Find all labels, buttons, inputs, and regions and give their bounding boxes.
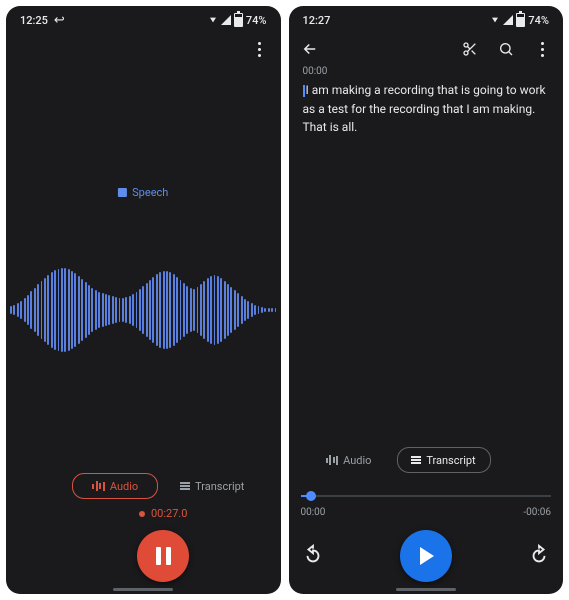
- transcript-icon: [411, 456, 421, 464]
- status-time: 12:27: [303, 14, 331, 27]
- more-menu-button[interactable]: [531, 38, 553, 60]
- play-icon: [420, 547, 434, 565]
- view-tabs: Audio Transcript: [72, 473, 254, 499]
- search-button[interactable]: [495, 38, 517, 60]
- nav-bar-pill[interactable]: [396, 588, 456, 591]
- audio-icon: [326, 455, 339, 465]
- text-cursor: [303, 85, 305, 97]
- tab-transcript-label: Transcript: [195, 480, 244, 493]
- tab-audio-label: Audio: [110, 480, 138, 493]
- time-remaining: -00:06: [523, 507, 551, 518]
- transcript-text[interactable]: I am making a recording that is going to…: [289, 79, 564, 137]
- recorder-recording-screen: 12:25 ↩ 74% Speech: [6, 6, 281, 594]
- view-tabs: Audio Transcript: [313, 447, 552, 473]
- speech-icon: [118, 188, 127, 197]
- more-menu-button[interactable]: [249, 38, 271, 60]
- pause-icon: [156, 547, 171, 565]
- pause-recording-button[interactable]: [137, 530, 189, 582]
- tab-audio[interactable]: Audio: [313, 448, 385, 472]
- wifi-icon: [210, 18, 216, 23]
- back-icon: [301, 40, 319, 58]
- recorder-transcript-screen: 12:27 74%: [289, 6, 564, 594]
- tab-audio[interactable]: Audio: [72, 473, 158, 499]
- more-icon: [533, 42, 551, 57]
- transcript-content: I am making a recording that is going to…: [303, 83, 546, 134]
- speech-classification-chip: Speech: [118, 186, 168, 199]
- time-current: 00:00: [301, 507, 326, 518]
- recording-time-value: 00:27.0: [151, 507, 187, 520]
- status-bar: 12:25 ↩ 74%: [6, 6, 281, 32]
- app-bar: [289, 32, 564, 62]
- more-icon: [251, 42, 269, 57]
- play-button[interactable]: [400, 530, 452, 582]
- signal-icon: [221, 15, 231, 25]
- app-bar: [6, 32, 281, 62]
- back-button[interactable]: [299, 38, 321, 60]
- signal-icon: [503, 15, 513, 25]
- progress-knob[interactable]: [306, 491, 316, 501]
- tab-transcript[interactable]: Transcript: [170, 474, 254, 498]
- recording-indicator-icon: [139, 511, 145, 517]
- crop-button[interactable]: [459, 38, 481, 60]
- cut-icon: [462, 41, 478, 57]
- tab-audio-label: Audio: [343, 454, 371, 467]
- progress-track: [301, 495, 552, 497]
- rewind-icon: [302, 544, 324, 566]
- forward-button[interactable]: [527, 543, 551, 567]
- search-icon: [498, 41, 514, 57]
- audio-icon: [92, 481, 105, 491]
- battery-icon: [234, 13, 243, 27]
- tab-transcript-label: Transcript: [426, 454, 475, 467]
- wifi-icon: [492, 18, 498, 23]
- audio-waveform: [6, 250, 281, 370]
- status-time: 12:25: [20, 14, 48, 27]
- playback-progress[interactable]: [301, 487, 552, 505]
- battery-icon: [516, 13, 525, 27]
- battery-percent: 74%: [246, 14, 267, 27]
- speech-label: Speech: [132, 186, 168, 199]
- nav-bar-pill[interactable]: [113, 588, 173, 591]
- status-bar: 12:27 74%: [289, 6, 564, 32]
- battery-percent: 74%: [528, 14, 549, 27]
- forward-icon: [528, 544, 550, 566]
- rewind-button[interactable]: [301, 543, 325, 567]
- playback-time-row: 00:00 -00:06: [301, 507, 552, 518]
- tab-transcript[interactable]: Transcript: [397, 447, 491, 473]
- transcript-icon: [180, 482, 190, 490]
- transcript-timestamp: 00:00: [289, 62, 564, 79]
- status-notification-icon: ↩: [54, 13, 65, 28]
- recording-timer: 00:27.0: [139, 507, 187, 520]
